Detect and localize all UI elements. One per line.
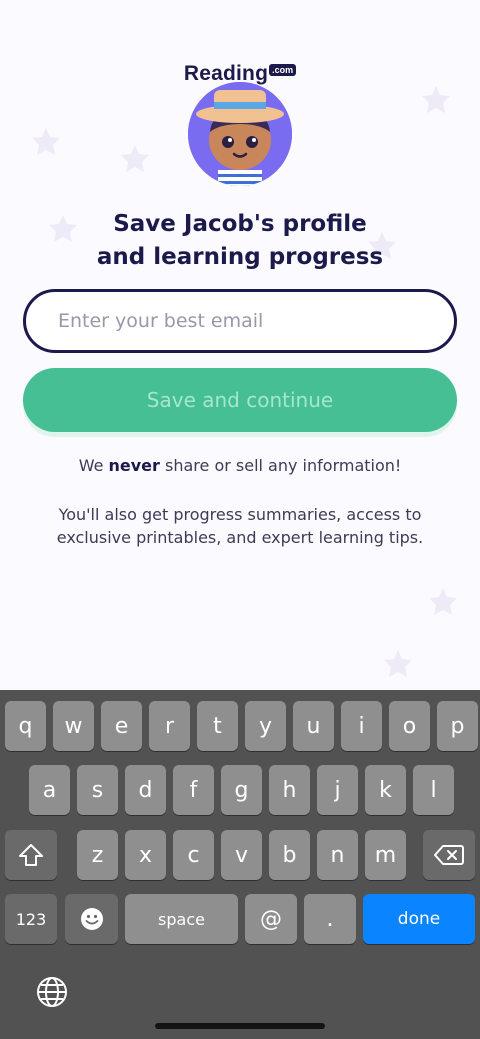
star-icon xyxy=(121,145,149,172)
star-icon xyxy=(429,588,457,615)
done-key[interactable]: done xyxy=(363,894,475,944)
key-e[interactable]: e xyxy=(101,701,142,751)
backspace-key[interactable] xyxy=(423,830,475,880)
star-icon xyxy=(422,86,450,113)
dot-key[interactable]: . xyxy=(304,894,356,944)
key-z[interactable]: z xyxy=(77,830,118,880)
key-u[interactable]: u xyxy=(293,701,334,751)
key-f[interactable]: f xyxy=(173,765,214,815)
privacy-suffix: share or sell any information! xyxy=(159,456,402,475)
privacy-prefix: We xyxy=(78,456,109,475)
key-l[interactable]: l xyxy=(413,765,454,815)
key-i[interactable]: i xyxy=(341,701,382,751)
key-b[interactable]: b xyxy=(269,830,310,880)
page-title: Save Jacob's profile and learning progre… xyxy=(0,208,480,274)
star-icon xyxy=(384,650,412,677)
shift-key[interactable] xyxy=(5,830,57,880)
emoji-icon xyxy=(80,908,103,930)
key-d[interactable]: d xyxy=(125,765,166,815)
privacy-note: We never share or sell any information! xyxy=(0,456,480,475)
key-n[interactable]: n xyxy=(317,830,358,880)
privacy-emphasis: never xyxy=(108,456,160,475)
title-line-1: Save Jacob's profile xyxy=(113,211,367,237)
key-w[interactable]: w xyxy=(53,701,94,751)
key-s[interactable]: s xyxy=(77,765,118,815)
email-field[interactable] xyxy=(23,289,457,353)
child-avatar xyxy=(188,82,292,186)
key-k[interactable]: k xyxy=(365,765,406,815)
logo-suffix: .com xyxy=(269,64,297,76)
key-t[interactable]: t xyxy=(197,701,238,751)
star-icon xyxy=(32,128,60,155)
globe-icon[interactable] xyxy=(36,976,68,1008)
benefits-note: You'll also get progress summaries, acce… xyxy=(30,503,450,549)
key-v[interactable]: v xyxy=(221,830,262,880)
backspace-icon xyxy=(434,845,464,865)
key-y[interactable]: y xyxy=(245,701,286,751)
key-r[interactable]: r xyxy=(149,701,190,751)
benefits-line-1: You'll also get progress summaries, acce… xyxy=(58,505,422,524)
key-m[interactable]: m xyxy=(365,830,406,880)
home-indicator xyxy=(155,1023,325,1029)
key-q[interactable]: q xyxy=(5,701,46,751)
at-key[interactable]: @ xyxy=(245,894,297,944)
key-c[interactable]: c xyxy=(173,830,214,880)
on-screen-keyboard: qwertyuiop asdfghjkl zxcvbnm 123 space @… xyxy=(0,690,480,1039)
key-h[interactable]: h xyxy=(269,765,310,815)
key-p[interactable]: p xyxy=(437,701,478,751)
title-line-2: and learning progress xyxy=(96,244,384,270)
emoji-key[interactable] xyxy=(65,894,118,944)
key-g[interactable]: g xyxy=(221,765,262,815)
save-and-continue-button[interactable]: Save and continue xyxy=(23,368,457,432)
key-j[interactable]: j xyxy=(317,765,358,815)
numbers-key[interactable]: 123 xyxy=(5,894,57,944)
key-x[interactable]: x xyxy=(125,830,166,880)
key-o[interactable]: o xyxy=(389,701,430,751)
shift-icon xyxy=(19,844,43,866)
benefits-line-2: exclusive printables, and expert learnin… xyxy=(56,528,424,547)
email-input[interactable] xyxy=(26,292,438,350)
key-a[interactable]: a xyxy=(29,765,70,815)
space-key[interactable]: space xyxy=(125,894,238,944)
